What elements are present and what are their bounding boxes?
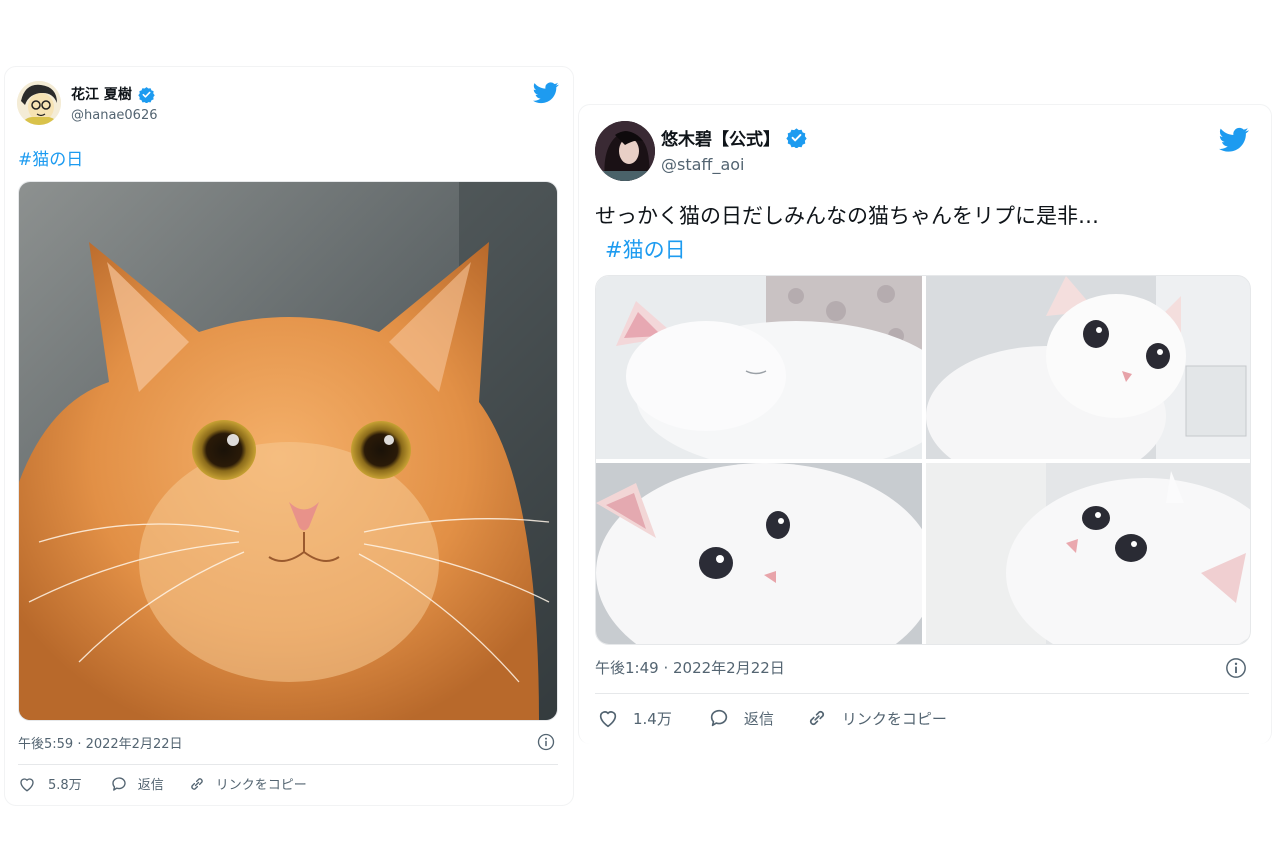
grid-photo-2[interactable] bbox=[926, 276, 1250, 459]
hashtag-link[interactable]: #猫の日 bbox=[595, 233, 1255, 267]
like-count: 5.8万 bbox=[48, 778, 82, 793]
reply-label: 返信 bbox=[743, 709, 774, 728]
tweet-photo[interactable] bbox=[18, 181, 558, 721]
white-cat-closeup-photo bbox=[596, 463, 922, 644]
grid-photo-1[interactable] bbox=[596, 276, 922, 459]
reply-bubble-icon bbox=[710, 709, 727, 727]
like-button[interactable]: 1.4万 bbox=[597, 707, 672, 729]
info-icon[interactable] bbox=[1225, 657, 1247, 679]
display-name[interactable]: 悠木碧【公式】 bbox=[661, 125, 780, 150]
reply-button[interactable]: 返信 bbox=[110, 774, 164, 793]
reply-button[interactable]: 返信 bbox=[708, 707, 774, 729]
orange-cat-photo bbox=[19, 182, 557, 720]
heart-icon bbox=[20, 777, 34, 792]
user-handle[interactable]: @staff_aoi bbox=[661, 155, 744, 174]
tweet-actions: 5.8万 返信 リンクをコピー bbox=[18, 774, 307, 793]
tweet-actions: 1.4万 返信 リンクをコピー bbox=[597, 707, 947, 729]
like-count: 1.4万 bbox=[633, 709, 672, 728]
divider bbox=[18, 764, 558, 765]
grid-photo-3[interactable] bbox=[596, 463, 922, 644]
white-cat-looking-up-photo bbox=[926, 276, 1250, 459]
tweet-body: #猫の日 bbox=[18, 145, 83, 170]
link-icon bbox=[809, 710, 824, 726]
copy-link-label: リンクをコピー bbox=[841, 709, 947, 728]
avatar-illustration bbox=[17, 81, 61, 125]
copy-link-button[interactable]: リンクをコピー bbox=[188, 774, 307, 793]
tweet-timestamp[interactable]: 午後1:49 · 2022年2月22日 bbox=[595, 657, 785, 678]
hashtag-link[interactable]: #猫の日 bbox=[18, 145, 83, 170]
white-cat-upward-photo bbox=[926, 463, 1250, 644]
twitter-bird-icon[interactable] bbox=[533, 82, 559, 104]
white-cat-sleeping-photo bbox=[596, 276, 922, 459]
user-handle[interactable]: @hanae0626 bbox=[71, 108, 158, 123]
tweet-body-text: せっかく猫の日だしみんなの猫ちゃんをリプに是非… bbox=[595, 204, 1099, 228]
twitter-bird-icon[interactable] bbox=[1219, 127, 1249, 153]
grid-photo-4[interactable] bbox=[926, 463, 1250, 644]
reply-label: 返信 bbox=[137, 778, 164, 793]
copy-link-label: リンクをコピー bbox=[215, 778, 307, 793]
copy-link-button[interactable]: リンクをコピー bbox=[806, 707, 947, 729]
avatar[interactable] bbox=[595, 121, 655, 181]
reply-bubble-icon bbox=[112, 776, 126, 791]
display-name[interactable]: 花江 夏樹 bbox=[71, 84, 132, 104]
tweet-photo-grid bbox=[595, 275, 1251, 645]
tweet-card-staff-aoi[interactable]: 悠木碧【公式】 @staff_aoi せっかく猫の日だしみんなの猫ちゃんをリプに… bbox=[578, 104, 1272, 744]
link-icon bbox=[190, 777, 203, 790]
divider bbox=[595, 693, 1249, 694]
tweet-card-hanae[interactable]: 花江 夏樹 @hanae0626 #猫の日 午後5:59 · 2022年2月22… bbox=[4, 66, 574, 806]
verified-badge-icon bbox=[786, 128, 807, 148]
avatar-photo bbox=[595, 121, 655, 181]
heart-icon bbox=[599, 711, 617, 728]
info-icon[interactable] bbox=[537, 733, 555, 751]
like-button[interactable]: 5.8万 bbox=[18, 774, 82, 793]
tweet-timestamp[interactable]: 午後5:59 · 2022年2月22日 bbox=[18, 733, 183, 752]
verified-badge-icon bbox=[138, 86, 155, 103]
tweet-body: せっかく猫の日だしみんなの猫ちゃんをリプに是非… #猫の日 bbox=[595, 199, 1255, 267]
avatar[interactable] bbox=[17, 81, 61, 125]
